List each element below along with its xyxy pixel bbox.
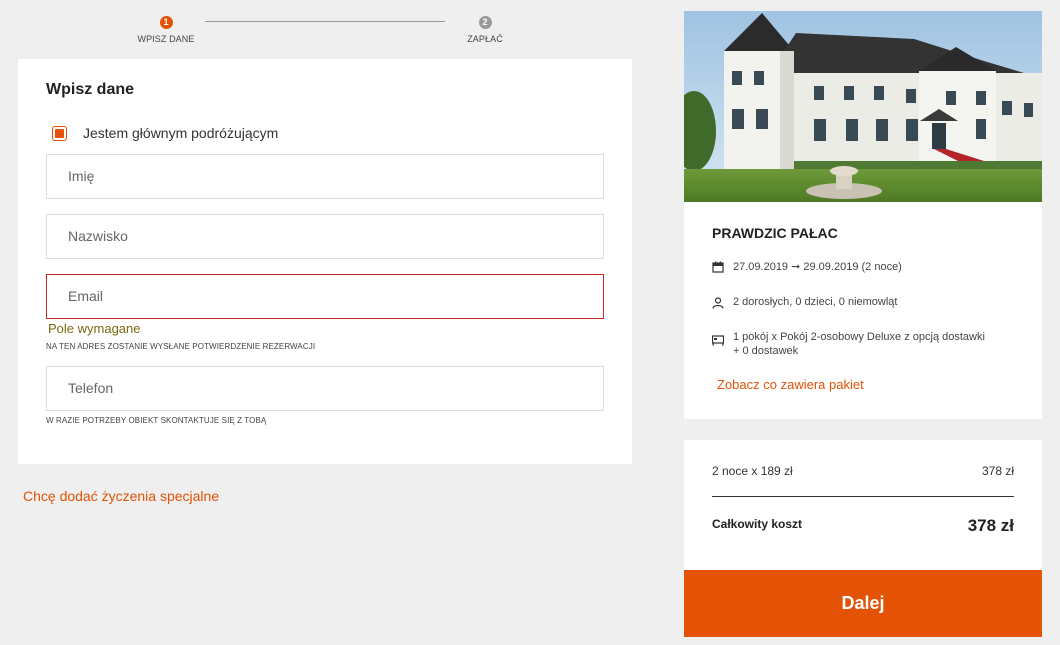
total-cost-label: Całkowity koszt [712,517,803,531]
room-line-2: + 0 dostawek [733,345,799,357]
package-details-link[interactable]: Zobacz co zawiera pakiet [717,377,864,392]
step-label: WPISZ DANE [137,34,195,44]
step-pay: 2 ZAPŁAĆ [440,16,530,44]
main-traveler-checkbox[interactable] [52,125,67,141]
nights-price-value: 378 zł [981,464,1014,478]
email-input[interactable]: Email [46,274,604,319]
next-button[interactable]: Dalej [684,570,1042,637]
calendar-icon [712,261,724,273]
progress-stepper: 1 WPISZ DANE 2 ZAPŁAĆ [0,0,650,50]
main-traveler-label[interactable]: Jestem głównym podróżującym [83,125,278,141]
nights-price-label: 2 noce x 189 zł [712,464,793,478]
hotel-photo [684,11,1042,202]
guests-text: 2 dorosłych, 0 dzieci, 0 niemowląt [733,296,898,308]
total-cost-value: 378 zł [967,516,1014,535]
phone-hint: W RAZIE POTRZEBY OBIEKT SKONTAKTUJE SIĘ … [46,416,267,425]
last-name-input[interactable]: Nazwisko [46,214,604,259]
hotel-name: PRAWDZIC PAŁAC [712,225,838,241]
first-name-input[interactable]: Imię [46,154,604,199]
guest-details-form: Wpisz dane Jestem głównym podróżującym I… [18,59,632,464]
main-traveler-row[interactable]: Jestem głównym podróżującym [52,125,278,141]
step-label: ZAPŁAĆ [467,34,503,44]
room-line-1: 1 pokój x Pokój 2-osobowy Deluxe z opcją… [733,331,985,343]
hotel-summary-card: PRAWDZIC PAŁAC 27.09.2019 ➞ 29.09.2019 (… [684,11,1042,419]
stay-dates-text: 27.09.2019 ➞ 29.09.2019 (2 noce) [733,261,902,273]
step-number: 2 [478,16,492,29]
special-requests-link[interactable]: Chcę dodać życzenia specjalne [23,488,219,504]
step-number: 1 [159,16,173,29]
email-hint: NA TEN ADRES ZOSTANIE WYSŁANE POTWIERDZE… [46,342,316,351]
form-title: Wpisz dane [46,81,135,98]
person-icon [712,297,724,309]
guests-summary: 2 dorosłych, 0 dzieci, 0 niemowląt [712,296,897,309]
stay-dates: 27.09.2019 ➞ 29.09.2019 (2 noce) [712,260,902,273]
stepper-line [205,21,445,22]
bed-icon [712,335,724,346]
phone-input[interactable]: Telefon [46,366,604,411]
price-divider [712,496,1014,497]
room-summary: 1 pokój x Pokój 2-osobowy Deluxe z opcją… [712,330,1012,358]
step-enter-data: 1 WPISZ DANE [121,16,211,44]
price-summary-card: 2 noce x 189 zł 378 zł Całkowity koszt 3… [684,440,1042,570]
email-error-message: Pole wymagane [48,321,141,336]
